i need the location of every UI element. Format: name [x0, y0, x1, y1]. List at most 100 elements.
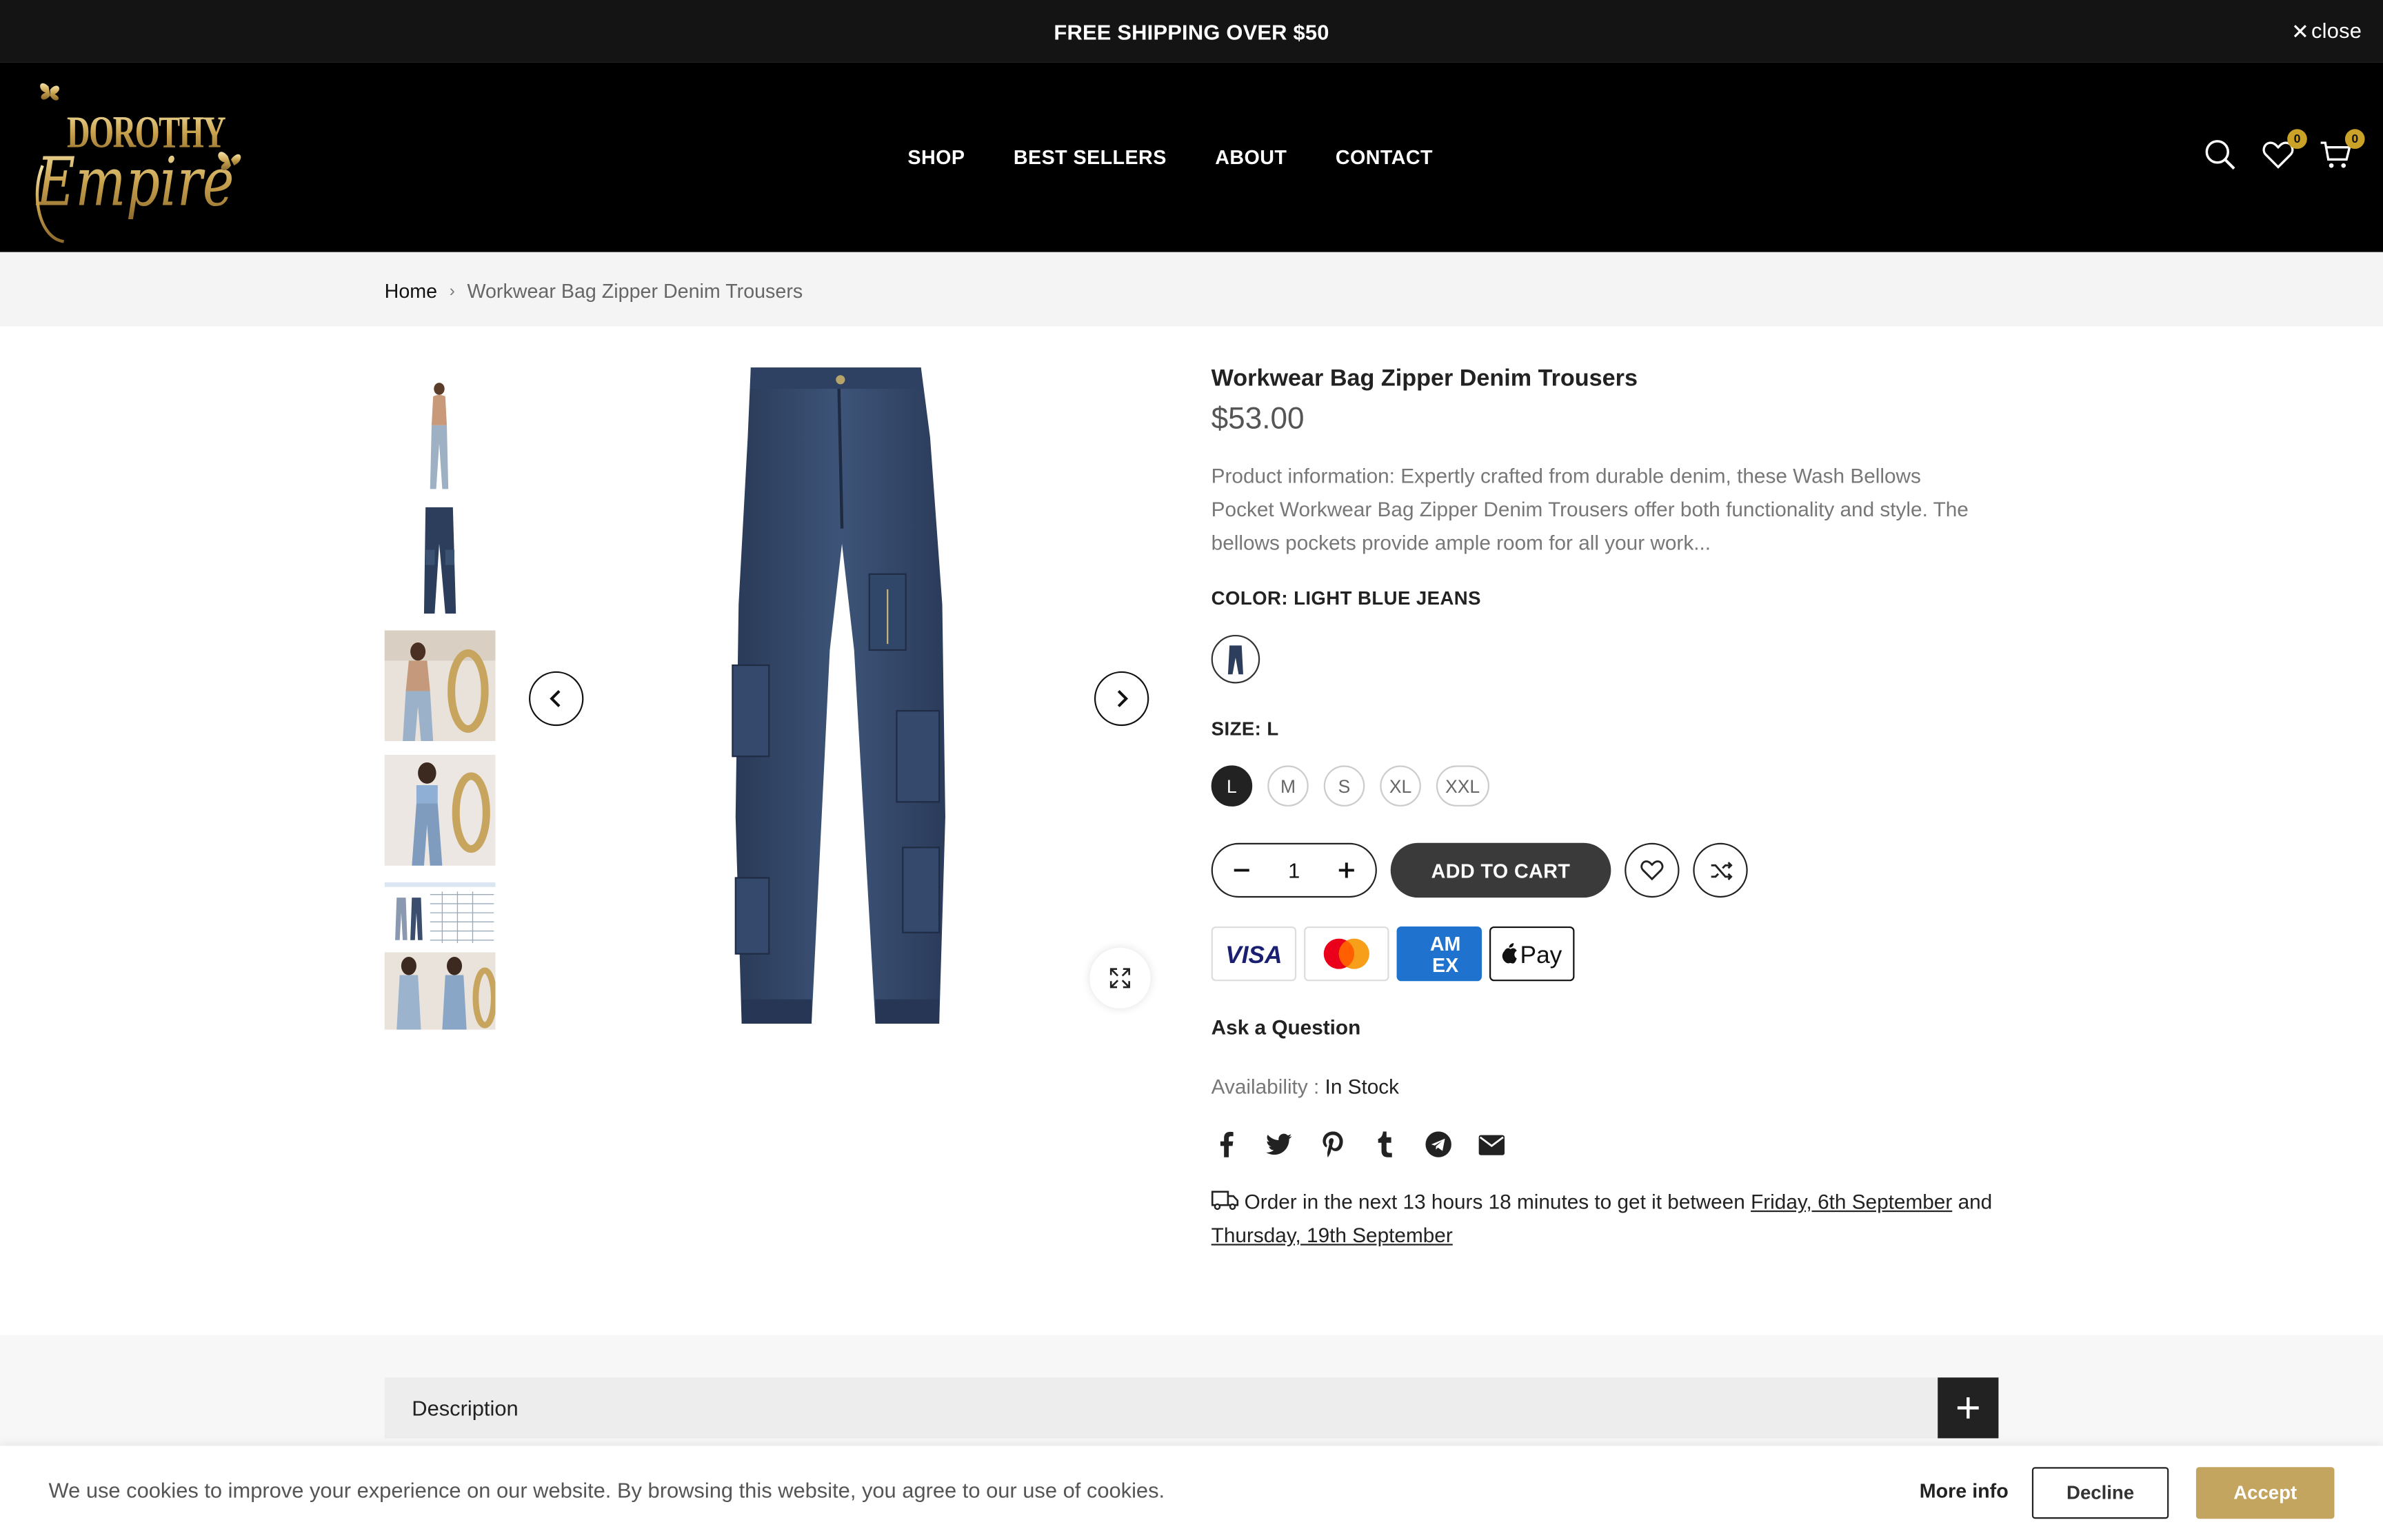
plus-icon	[1957, 1397, 1979, 1419]
cookie-decline-button[interactable]: Decline	[2031, 1467, 2169, 1519]
share-twitter-button[interactable]	[1265, 1130, 1294, 1159]
add-to-wishlist-button[interactable]	[1625, 842, 1680, 898]
delivery-date-end: Thursday, 19th September	[1211, 1224, 1453, 1247]
wishlist-button[interactable]: 0	[2262, 129, 2307, 171]
size-option-s[interactable]: S	[1323, 765, 1365, 807]
delivery-date-start: Friday, 6th September	[1751, 1191, 1953, 1214]
facebook-icon	[1219, 1131, 1233, 1157]
nav-shop[interactable]: SHOP	[907, 146, 965, 169]
share-email-button[interactable]	[1477, 1130, 1506, 1159]
size-option-m[interactable]: M	[1267, 765, 1309, 807]
twitter-icon	[1266, 1133, 1292, 1155]
thumbnail-5-image	[384, 879, 496, 953]
wishlist-count-badge: 0	[2287, 129, 2307, 149]
thumbnail-4[interactable]	[384, 754, 496, 866]
nav-contact[interactable]: CONTACT	[1336, 146, 1433, 169]
announcement-close-label: close	[2311, 18, 2362, 43]
tumblr-icon	[1378, 1131, 1392, 1157]
cart-button[interactable]: 0	[2319, 129, 2365, 171]
delivery-text: Order in the next 13 hours 18 minutes to…	[1244, 1191, 1745, 1214]
email-icon	[1478, 1134, 1505, 1155]
share-tumblr-button[interactable]	[1371, 1130, 1400, 1159]
chevron-right-icon	[1117, 690, 1129, 707]
quantity-decrease-button[interactable]	[1225, 853, 1258, 886]
size-option-xl[interactable]: XL	[1380, 765, 1421, 807]
chevron-right-icon: ›	[449, 281, 455, 301]
add-to-cart-button[interactable]: ADD TO CART	[1390, 842, 1611, 898]
share-pinterest-button[interactable]	[1318, 1130, 1347, 1159]
next-image-button[interactable]	[1094, 671, 1149, 727]
tab-description[interactable]: Description	[384, 1377, 1999, 1439]
product-main-image[interactable]	[730, 361, 952, 1033]
payment-methods: VISA AM EX Pay	[1211, 926, 1575, 982]
breadcrumb-bar: Home › Workwear Bag Zipper Denim Trouser…	[0, 252, 2383, 327]
thumbnail-3-image	[384, 630, 496, 742]
zoom-image-button[interactable]	[1089, 947, 1151, 1009]
delivery-estimate: Order in the next 13 hours 18 minutes to…	[1211, 1186, 2017, 1253]
nav-best-sellers[interactable]: BEST SELLERS	[1014, 146, 1167, 169]
prev-image-button[interactable]	[529, 671, 584, 727]
size-option-l[interactable]: L	[1211, 765, 1253, 807]
thumbnail-6-image	[384, 952, 496, 1030]
pinterest-icon	[1322, 1131, 1343, 1157]
cookie-banner: We use cookies to improve your experienc…	[0, 1446, 2383, 1540]
heart-icon	[1640, 860, 1664, 881]
thumbnail-1[interactable]	[384, 379, 496, 494]
breadcrumb-home[interactable]: Home	[385, 279, 437, 302]
share-links	[1211, 1130, 1507, 1159]
announcement-bar: FREE SHIPPING OVER $50 close	[0, 0, 2383, 63]
visa-text: VISA	[1225, 942, 1282, 966]
share-telegram-button[interactable]	[1424, 1130, 1453, 1159]
cookie-more-info-link[interactable]: More info	[1920, 1479, 2009, 1502]
ask-question-link[interactable]: Ask a Question	[1211, 1016, 1361, 1039]
visa-card-icon: VISA	[1211, 926, 1297, 982]
quantity-input[interactable]	[1271, 858, 1317, 883]
breadcrumb-current: Workwear Bag Zipper Denim Trousers	[467, 279, 803, 303]
share-facebook-button[interactable]	[1211, 1130, 1240, 1159]
amex-card-icon: AM EX	[1396, 926, 1482, 982]
site-header: DOROTHY Empire SHOP BEST SELLERS ABOUT C…	[0, 62, 2383, 252]
truck-icon	[1211, 1191, 1239, 1210]
announcement-close-button[interactable]: close	[2293, 18, 2362, 43]
thumbnail-3[interactable]	[384, 630, 496, 742]
mastercard-icon	[1304, 926, 1389, 982]
breadcrumb: Home › Workwear Bag Zipper Denim Trouser…	[385, 279, 803, 302]
product-price: $53.00	[1211, 402, 1305, 436]
availability-label: Availability :	[1211, 1075, 1320, 1098]
brand-logo-line2: Empire	[35, 143, 234, 221]
expand-tab-button[interactable]	[1938, 1377, 1999, 1439]
brand-logo[interactable]: DOROTHY Empire	[33, 74, 246, 245]
compare-button[interactable]	[1693, 842, 1748, 898]
size-options: L M S XL XXL	[1211, 765, 1489, 807]
product-description: Product information: Expertly crafted fr…	[1211, 465, 1969, 555]
cart-count-badge: 0	[2344, 129, 2365, 149]
main-nav: SHOP BEST SELLERS ABOUT CONTACT	[0, 62, 2383, 252]
color-swatch-image	[1217, 640, 1254, 678]
availability-value: In Stock	[1325, 1075, 1400, 1098]
plus-icon	[1338, 862, 1354, 878]
tab-description-label: Description	[412, 1395, 519, 1420]
color-label: COLOR: LIGHT BLUE JEANS	[1211, 587, 1481, 609]
thumbnail-6[interactable]	[384, 952, 496, 1030]
thumbnail-5[interactable]	[384, 879, 496, 953]
telegram-icon	[1425, 1131, 1451, 1157]
quantity-increase-button[interactable]	[1330, 853, 1363, 886]
size-label: SIZE: L	[1211, 718, 1279, 740]
header-icons: 0 0	[2204, 129, 2365, 171]
amex-text-bottom: EX	[1432, 955, 1458, 977]
minus-icon	[1234, 869, 1249, 872]
nav-about[interactable]: ABOUT	[1215, 146, 1287, 169]
thumbnail-2-image	[423, 507, 456, 614]
thumbnail-2[interactable]	[384, 504, 496, 618]
thumbnail-1-image	[430, 383, 449, 489]
availability: Availability : In Stock	[1211, 1075, 1399, 1098]
cookie-accept-button[interactable]: Accept	[2195, 1467, 2335, 1519]
shuffle-icon	[1710, 861, 1732, 880]
search-icon	[2205, 140, 2235, 170]
color-swatch-light-blue-jeans[interactable]	[1211, 634, 1260, 684]
announcement-text: FREE SHIPPING OVER $50	[1054, 19, 1329, 43]
size-option-xxl[interactable]: XXL	[1436, 765, 1489, 807]
expand-icon	[1109, 968, 1130, 989]
search-button[interactable]	[2204, 138, 2237, 171]
quantity-stepper	[1211, 842, 1377, 898]
